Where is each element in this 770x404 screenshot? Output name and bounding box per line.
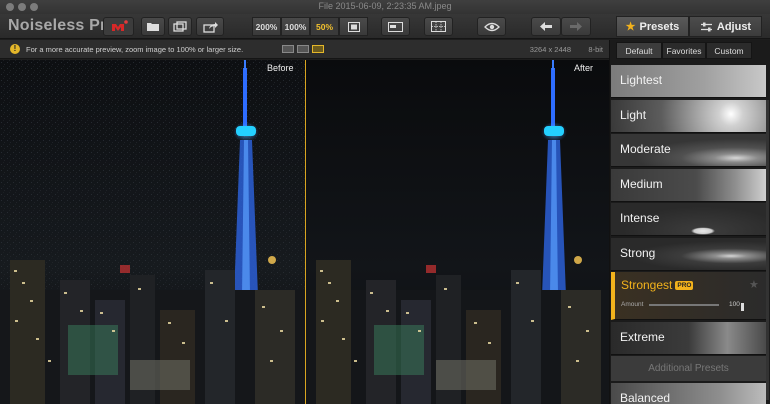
- sliders-icon: [700, 22, 712, 31]
- single-view-icon[interactable]: [282, 45, 294, 53]
- preset-label: Light: [620, 107, 647, 122]
- tab-custom[interactable]: Custom: [706, 42, 752, 59]
- preset-strongest[interactable]: Strongest PRO ★ Amount 100: [611, 272, 766, 320]
- share-icon: [202, 21, 218, 33]
- undo-arrow-icon: [540, 22, 552, 31]
- grid-button[interactable]: [424, 17, 453, 36]
- amount-slider-knob[interactable]: [741, 303, 744, 311]
- open-button[interactable]: [141, 17, 165, 36]
- window-title: File 2015-06-09, 2:23:35 AM.jpeg: [318, 1, 452, 11]
- after-pane: After: [306, 60, 609, 404]
- undo-button[interactable]: [531, 17, 561, 36]
- preset-moderate[interactable]: Moderate: [611, 134, 766, 167]
- zoom-200-button[interactable]: 200%: [252, 17, 281, 36]
- preset-light[interactable]: Light: [611, 99, 766, 133]
- macphun-logo-icon: [111, 20, 128, 31]
- app-name: Noiseless Pro: [8, 17, 117, 34]
- preset-balanced[interactable]: Balanced: [611, 383, 766, 404]
- preset-strongest-label: Strongest: [621, 278, 673, 292]
- split-compare-view-icon[interactable]: [312, 45, 324, 53]
- preset-label: Intense: [620, 211, 660, 225]
- preset-intense[interactable]: Intense: [611, 203, 766, 236]
- share-button[interactable]: [196, 17, 224, 36]
- fit-to-screen-button[interactable]: [339, 17, 368, 36]
- preset-scrollbar[interactable]: [766, 100, 769, 400]
- side-by-side-view-icon[interactable]: [297, 45, 309, 53]
- fit-screen-icon: [347, 21, 360, 32]
- preset-list: Lightest Light Moderate Medium Intense S…: [611, 65, 770, 404]
- zoom-hint-text: For a more accurate preview, zoom image …: [26, 45, 244, 54]
- folder-icon: [147, 23, 159, 31]
- tab-adjust-label: Adjust: [716, 20, 752, 33]
- after-photo: [306, 60, 609, 404]
- warning-icon: !: [10, 44, 20, 54]
- batch-button[interactable]: [168, 17, 192, 36]
- tab-presets-label: Presets: [639, 20, 680, 33]
- bit-depth: 8-bit: [588, 45, 603, 54]
- before-pane: Before: [0, 60, 305, 404]
- preset-extreme[interactable]: Extreme: [611, 321, 766, 355]
- split-view-icon: [388, 21, 403, 32]
- preset-label: Lightest: [620, 73, 663, 87]
- pro-badge: PRO: [675, 281, 694, 291]
- preset-medium[interactable]: Medium: [611, 168, 766, 202]
- image-dimensions: 3264 x 2448: [529, 45, 571, 54]
- mode-tabs: ★ Presets Adjust: [616, 16, 762, 37]
- preset-label: Balanced: [620, 391, 671, 404]
- amount-slider-row: Amount 100: [621, 301, 761, 311]
- zoom-50-button[interactable]: 50%: [310, 17, 339, 36]
- tab-presets[interactable]: ★ Presets: [616, 16, 689, 37]
- after-label: After: [574, 63, 594, 73]
- grid-icon: [431, 21, 446, 32]
- tab-favorites[interactable]: Favorites: [662, 42, 706, 59]
- favorite-star-icon[interactable]: ★: [749, 278, 759, 291]
- toolbar: Noiseless Pro 200% 100% 50% ★ Presets Ad…: [0, 14, 770, 39]
- eye-icon: [483, 22, 500, 31]
- view-mode-selector: [282, 45, 324, 53]
- preset-category-tabs: Default Favorites Custom: [616, 42, 752, 59]
- zoom-100-button[interactable]: 100%: [281, 17, 310, 36]
- preset-label: Strongest PRO: [621, 278, 694, 292]
- stack-icon: [173, 21, 187, 32]
- title-bar: File 2015-06-09, 2:23:35 AM.jpeg: [0, 0, 770, 14]
- tab-adjust[interactable]: Adjust: [689, 16, 762, 37]
- before-label: Before: [267, 63, 294, 73]
- amount-value: 100: [729, 301, 740, 308]
- macphun-logo-button[interactable]: [103, 17, 134, 36]
- compare-view-button[interactable]: [381, 17, 410, 36]
- zoom-control: 200% 100% 50%: [252, 17, 368, 36]
- redo-button[interactable]: [561, 17, 591, 36]
- preset-strong[interactable]: Strong: [611, 237, 766, 271]
- preset-label: Strong: [620, 245, 656, 260]
- amount-label: Amount: [621, 301, 644, 308]
- image-preview[interactable]: Before After: [0, 60, 609, 404]
- presets-panel: Default Favorites Custom Lightest Light …: [609, 40, 770, 404]
- preview-toggle-button[interactable]: [477, 17, 506, 36]
- preset-label: Moderate: [620, 142, 671, 156]
- redo-arrow-icon: [570, 22, 582, 31]
- preset-label: Extreme: [620, 329, 665, 344]
- preset-lightest[interactable]: Lightest: [611, 65, 766, 98]
- preset-label: Medium: [620, 176, 663, 191]
- additional-presets-header: Additional Presets: [611, 356, 766, 381]
- info-bar: ! For a more accurate preview, zoom imag…: [0, 40, 609, 59]
- before-photo: [0, 60, 305, 404]
- tab-default[interactable]: Default: [616, 42, 662, 59]
- amount-slider[interactable]: [649, 303, 744, 311]
- star-icon: ★: [625, 21, 636, 33]
